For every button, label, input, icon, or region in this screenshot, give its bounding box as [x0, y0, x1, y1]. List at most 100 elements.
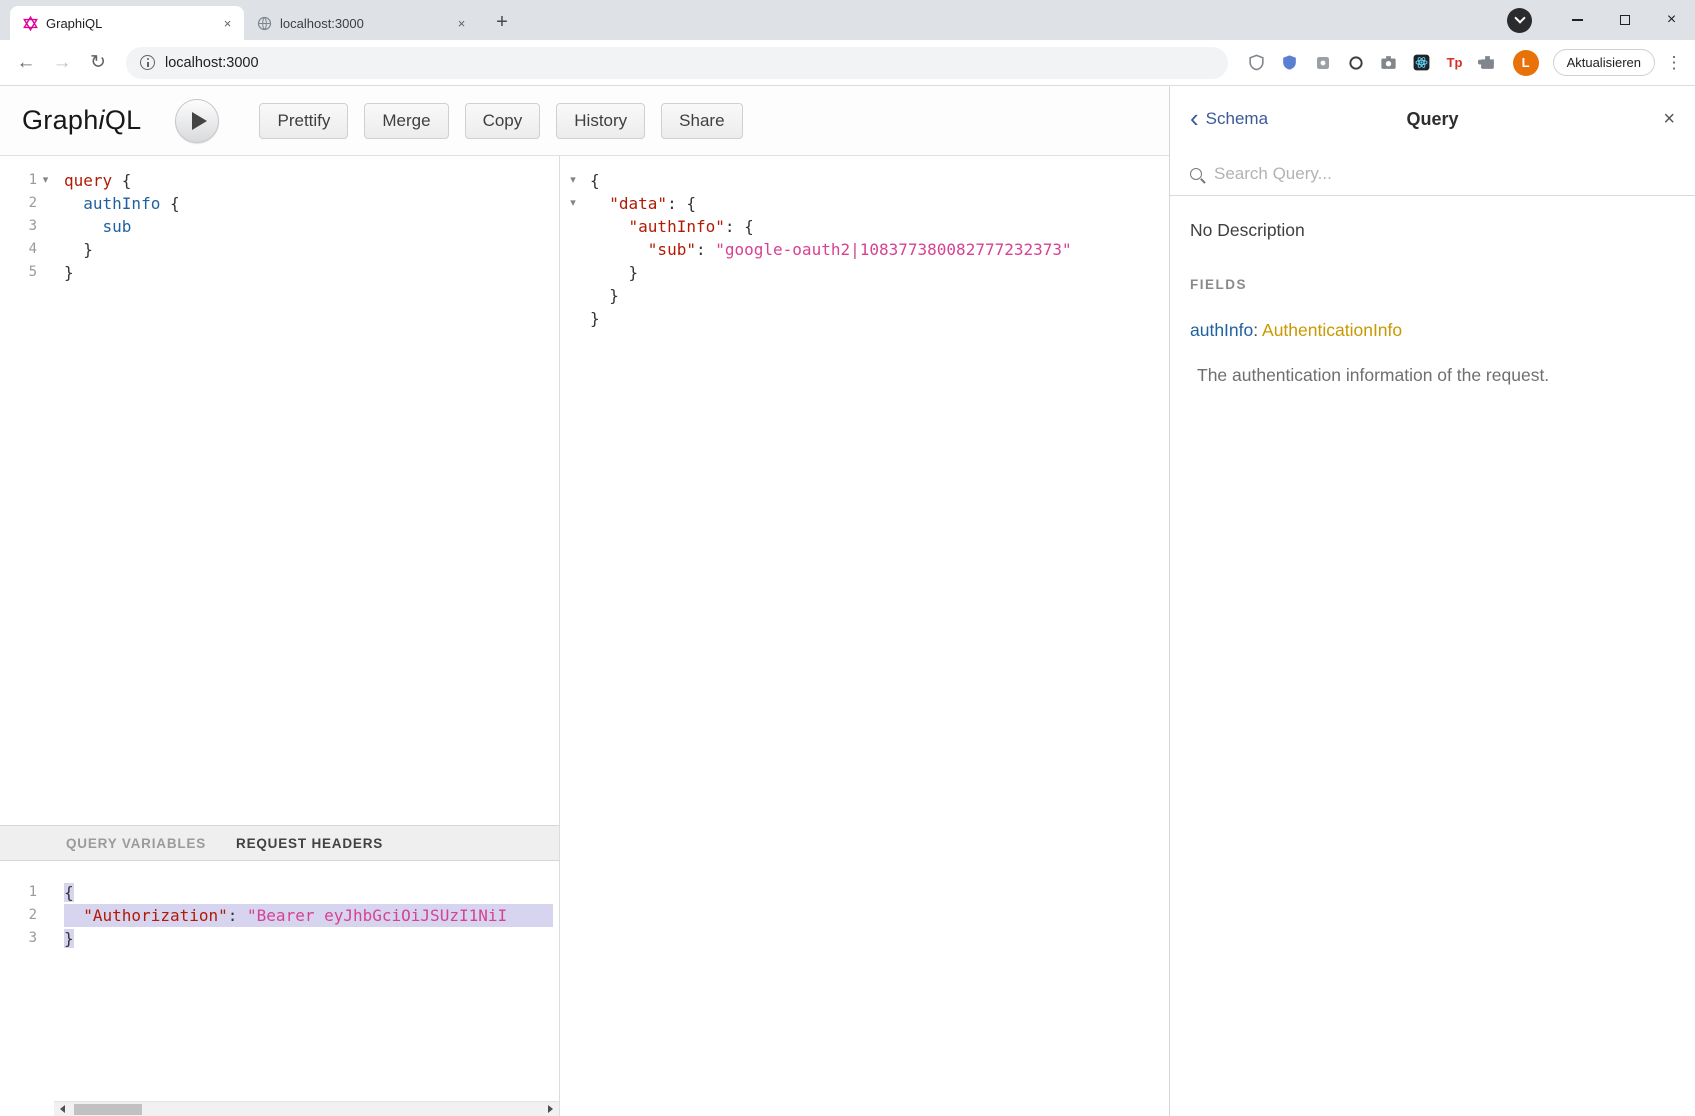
gutter-row: 2 [0, 904, 54, 927]
browser-menu-button[interactable]: ⋮ [1663, 47, 1685, 79]
code-token: "Authorization" [83, 906, 228, 925]
query-editor-gutter: 1▾2345 [0, 156, 54, 825]
share-button[interactable]: Share [661, 103, 742, 139]
code-token: : [696, 240, 715, 259]
code-token: } [64, 240, 93, 259]
shield-outline-extension-icon[interactable] [1246, 52, 1268, 74]
code-token [590, 217, 629, 236]
tab-request-headers[interactable]: REQUEST HEADERS [236, 836, 383, 851]
gutter-row: 1 [0, 881, 54, 904]
gutter-row: 5 [0, 261, 54, 284]
minimize-icon [1572, 19, 1583, 21]
tab-close-icon[interactable]: × [453, 15, 470, 32]
code-token: "sub" [648, 240, 696, 259]
gutter-row: 3 [0, 927, 54, 950]
camera-extension-icon[interactable] [1378, 52, 1400, 74]
doc-back-link[interactable]: ‹ Schema [1190, 108, 1268, 131]
url-bar[interactable]: localhost:3000 [126, 47, 1228, 79]
headers-editor-code[interactable]: { "Authorization": "Bearer eyJhbGciOiJSU… [54, 861, 559, 1101]
code-token: "data" [609, 194, 667, 213]
code-token: { [122, 171, 132, 190]
new-tab-button[interactable]: + [488, 8, 516, 36]
code-token [64, 906, 83, 925]
ring-extension-icon[interactable] [1345, 52, 1367, 74]
doc-field-row: authInfo: AuthenticationInfo [1190, 320, 1675, 341]
gutter-row: 1▾ [0, 169, 54, 192]
doc-search-row [1170, 152, 1695, 196]
line-number: 2 [0, 904, 37, 927]
extensions-puzzle-icon[interactable] [1477, 52, 1499, 74]
query-editor[interactable]: 1▾2345 query { authInfo { sub }} [0, 156, 559, 825]
window-controls: × [1507, 0, 1695, 40]
gutter-row: ▾ [560, 192, 586, 215]
box-extension-icon[interactable] [1312, 52, 1334, 74]
query-editor-code[interactable]: query { authInfo { sub }} [54, 156, 559, 825]
request-headers-editor[interactable]: 123 { "Authorization": "Bearer eyJhbGciO… [0, 861, 559, 1101]
result-pane: ▾▾ { "data" : { "authInfo": { "sub": "goo… [560, 156, 1169, 1116]
update-button[interactable]: Aktualisieren [1553, 49, 1655, 76]
query-pane: 1▾2345 query { authInfo { sub }} QUERY V… [0, 156, 560, 1116]
code-token: query [64, 171, 122, 190]
code-line: } [64, 261, 553, 284]
doc-explorer-body: No Description FIELDS authInfo: Authenti… [1170, 196, 1695, 410]
react-devtools-extension-icon[interactable] [1411, 52, 1433, 74]
doc-search-input[interactable] [1214, 164, 1675, 184]
gutter-row [560, 238, 586, 261]
line-number: 2 [0, 192, 37, 215]
graphiql-toolbar: GraphiQL Prettify Merge Copy History Sha… [0, 86, 1169, 156]
execute-query-button[interactable] [175, 99, 219, 143]
scroll-right-button[interactable] [542, 1102, 559, 1116]
scroll-left-button[interactable] [54, 1102, 71, 1116]
tab-close-icon[interactable]: × [219, 15, 236, 32]
doc-fields-header: FIELDS [1190, 277, 1675, 292]
site-info-icon[interactable] [140, 55, 155, 70]
window-close-button[interactable]: × [1648, 0, 1695, 40]
window-maximize-button[interactable] [1601, 0, 1648, 40]
forward-button[interactable]: → [46, 47, 78, 79]
play-icon [192, 112, 207, 130]
copy-button[interactable]: Copy [465, 103, 541, 139]
tab-query-variables[interactable]: QUERY VARIABLES [66, 836, 206, 851]
code-line: } [590, 284, 1163, 307]
gutter-row [560, 215, 586, 238]
code-token: authInfo [83, 194, 160, 213]
blue-shield-extension-icon[interactable] [1279, 52, 1301, 74]
merge-button[interactable]: Merge [364, 103, 448, 139]
code-line: authInfo { [64, 192, 553, 215]
line-number: 1 [0, 881, 37, 904]
reload-button[interactable]: ↻ [82, 47, 114, 79]
editors-area: 1▾2345 query { authInfo { sub }} QUERY V… [0, 156, 1169, 1116]
code-line: "authInfo": { [590, 215, 1163, 238]
history-button[interactable]: History [556, 103, 645, 139]
code-token: } [590, 263, 638, 282]
doc-field-name-link[interactable]: authInfo [1190, 320, 1253, 340]
code-token: "google-oauth2|108377380082777232373" [715, 240, 1071, 259]
scrollbar-thumb[interactable] [74, 1104, 142, 1115]
horizontal-scrollbar[interactable] [54, 1101, 559, 1116]
browser-chevron-button[interactable] [1507, 8, 1532, 33]
tp-extension-icon[interactable]: Tp [1444, 52, 1466, 74]
code-token: "Bearer eyJhbGciOiJSUzI1NiI [247, 906, 507, 925]
profile-avatar[interactable]: L [1513, 50, 1539, 76]
code-token: { [590, 171, 600, 190]
fold-arrow-icon[interactable]: ▾ [560, 192, 586, 215]
window-minimize-button[interactable] [1554, 0, 1601, 40]
fold-arrow-icon[interactable]: ▾ [560, 169, 586, 192]
result-viewer-code: { "data" : { "authInfo": { "sub": "google… [586, 156, 1169, 1116]
code-token: { [160, 194, 179, 213]
back-button[interactable]: ← [10, 47, 42, 79]
doc-close-button[interactable]: × [1663, 108, 1675, 131]
gutter-row [560, 284, 586, 307]
fold-arrow-icon[interactable]: ▾ [37, 169, 54, 192]
selection-highlight: { [64, 883, 74, 902]
doc-field-type-link[interactable]: AuthenticationInfo [1262, 320, 1402, 340]
prettify-button[interactable]: Prettify [259, 103, 348, 139]
code-token: : [667, 194, 686, 213]
secondary-editor-tabs: QUERY VARIABLES REQUEST HEADERS [0, 825, 559, 861]
tab-graphiql[interactable]: GraphiQL × [10, 6, 244, 40]
browser-window: GraphiQL × localhost:3000 × + × ← → ↻ lo… [0, 0, 1695, 1116]
code-token: : { [725, 217, 754, 236]
line-number: 3 [0, 215, 37, 238]
scrollbar-track[interactable] [71, 1102, 542, 1116]
tab-localhost[interactable]: localhost:3000 × [244, 6, 478, 40]
